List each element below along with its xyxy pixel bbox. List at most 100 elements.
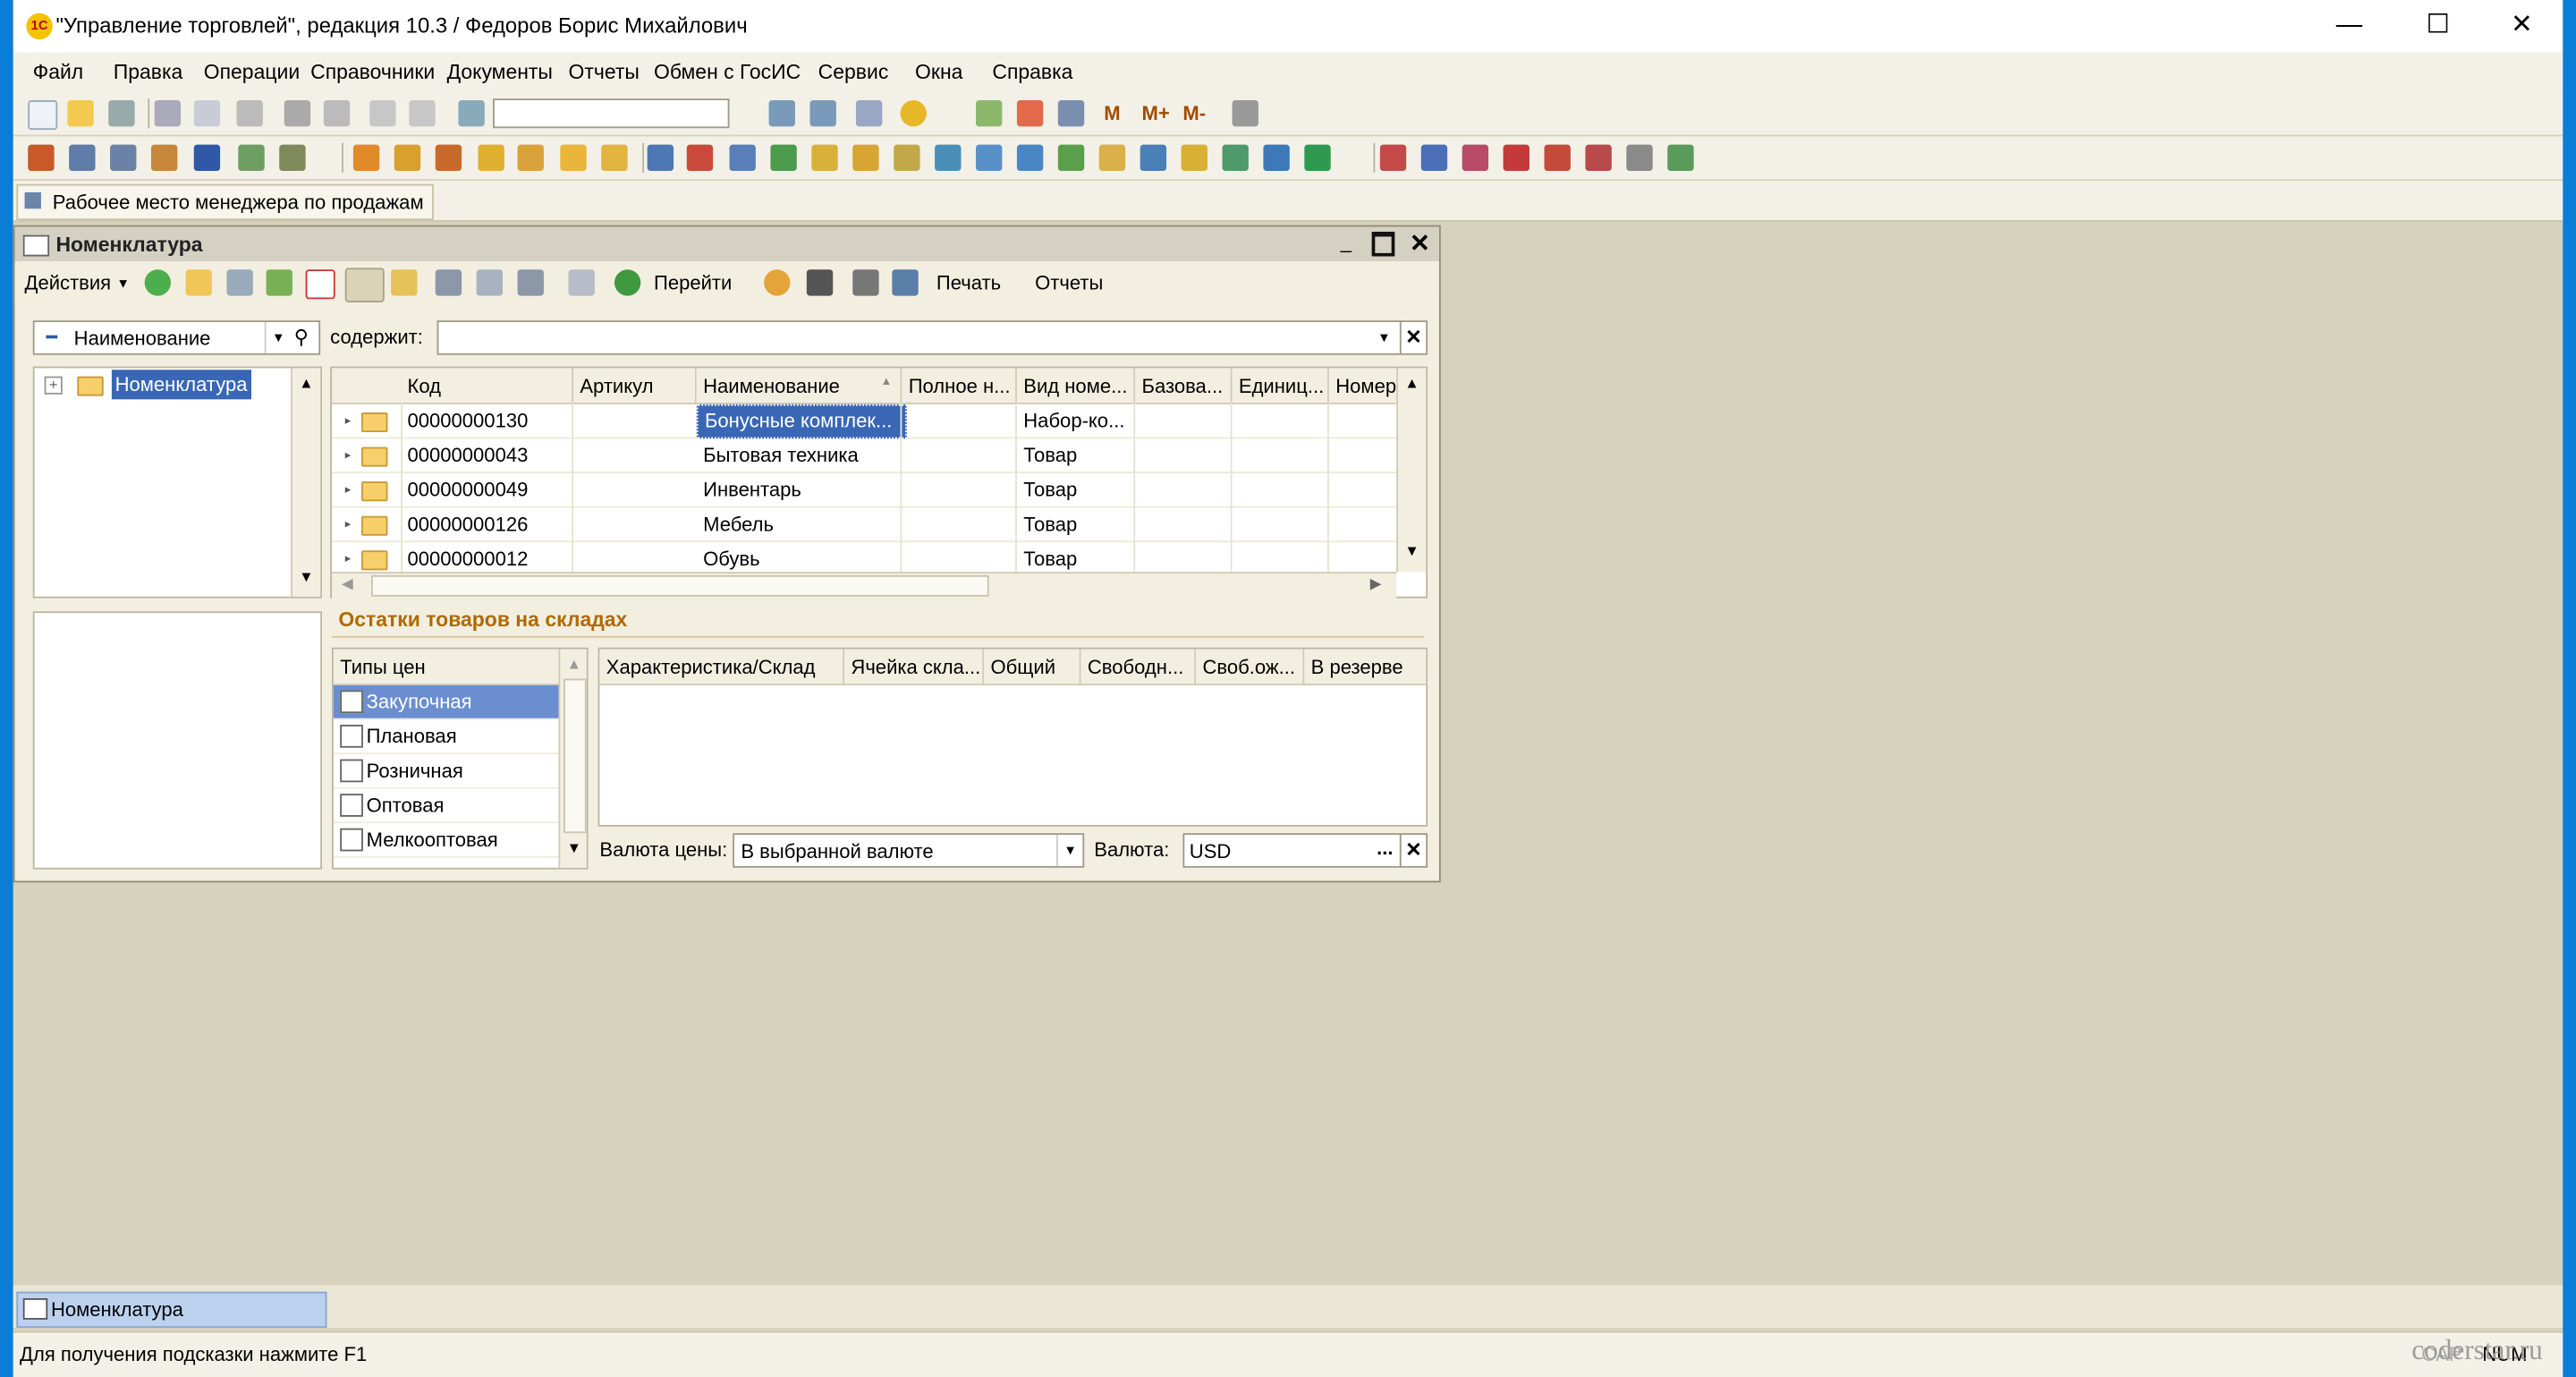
child-maximize-button[interactable] (1371, 231, 1395, 257)
print-preview-icon[interactable] (323, 100, 351, 127)
calendar-icon[interactable] (1016, 100, 1044, 127)
list-item[interactable]: Оптовая (333, 789, 559, 824)
checkbox[interactable] (340, 794, 363, 817)
sales-manager-workplace-button[interactable]: Рабочее место менеджера по продажам (16, 183, 434, 221)
calculator-icon[interactable] (975, 100, 1003, 127)
doc-icon-23[interactable] (1098, 144, 1126, 172)
menu-file[interactable]: Файл (33, 61, 83, 84)
help-icon[interactable] (764, 269, 791, 296)
chart-icon[interactable] (279, 144, 306, 172)
new-document-icon[interactable] (28, 100, 58, 131)
open-icon[interactable] (67, 100, 94, 127)
search-field-select[interactable]: Наименование ▼ ⚲ (32, 320, 321, 355)
expand-arrow-icon[interactable]: ▸ (345, 414, 351, 428)
price-currency-select[interactable]: В выбранной валюте ▼ (733, 833, 1085, 868)
find-next-icon[interactable] (768, 100, 795, 127)
copy-item-icon[interactable] (226, 269, 253, 296)
table-row[interactable]: ▸ 00000000043 Бытовая техника Товар (332, 438, 1397, 473)
doc-icon-16[interactable] (811, 144, 838, 172)
taskbar-item-nomenclature[interactable]: Номенклатура (16, 1291, 327, 1329)
goto-menu[interactable]: Перейти (654, 271, 732, 294)
copy-icon[interactable] (193, 100, 221, 127)
memory-mplus-button[interactable]: M+ (1142, 102, 1170, 125)
redo-icon[interactable] (409, 100, 436, 127)
doc-icon-22[interactable] (1057, 144, 1085, 172)
table-row[interactable]: ▸ 00000000012 Обувь Товар (332, 542, 1397, 574)
paste-icon[interactable] (236, 100, 263, 127)
column-header-free[interactable]: Свободн... (1080, 649, 1197, 685)
scroll-up-icon[interactable]: ▲ (299, 375, 313, 391)
doc-icon-28[interactable] (1304, 144, 1331, 172)
scroll-down-icon[interactable]: ▼ (567, 840, 581, 856)
tree-scrollbar[interactable]: ▲ ▼ (291, 368, 321, 597)
hierarchy-toggle-icon[interactable] (344, 268, 385, 302)
column-header-code[interactable]: Код (401, 368, 574, 404)
list-settings-icon[interactable] (852, 269, 879, 296)
chevron-down-icon[interactable]: ▼ (1055, 835, 1082, 866)
actions-menu[interactable]: Действия (25, 271, 112, 294)
doc-icon-14[interactable] (729, 144, 756, 172)
menu-windows[interactable]: Окна (915, 61, 962, 84)
contractors-icon[interactable] (193, 144, 221, 172)
checkbox[interactable] (340, 724, 363, 748)
doc-icon-18[interactable] (894, 144, 920, 172)
tools-icon[interactable] (1232, 100, 1258, 127)
table-horizontal-scrollbar[interactable]: ◀ ▶ (332, 572, 1397, 599)
doc-icon-34[interactable] (1585, 144, 1612, 172)
menu-operations[interactable]: Операции (204, 61, 300, 84)
column-header-article[interactable]: Артикул (573, 368, 697, 404)
column-header-name[interactable]: Наименование ▲ (696, 368, 902, 404)
horizontal-scroll-thumb[interactable] (371, 574, 989, 597)
column-header-unit[interactable]: Единиц... (1232, 368, 1329, 404)
column-header-cell[interactable]: Ячейка скла... (844, 649, 985, 685)
doc-icon-4[interactable] (150, 144, 178, 172)
child-minimize-button[interactable]: _ (1341, 230, 1352, 253)
maximize-button[interactable]: ☐ (2400, 0, 2475, 53)
undo-icon[interactable] (369, 100, 396, 127)
doc-icon-12[interactable] (647, 144, 674, 172)
scroll-left-icon[interactable]: ◀ (342, 575, 353, 593)
delete-icon[interactable] (305, 269, 335, 300)
vertical-scroll-thumb[interactable] (563, 678, 587, 834)
price-types-scrollbar[interactable]: ▲ ▼ (558, 649, 587, 868)
structure-icon[interactable] (892, 269, 919, 296)
clear-filter-icon[interactable] (568, 269, 595, 296)
memory-mminus-button[interactable]: M- (1182, 102, 1206, 125)
doc-icon-9[interactable] (517, 144, 544, 172)
filter-by-value-icon[interactable] (476, 269, 504, 296)
menu-reports[interactable]: Отчеты (568, 61, 639, 84)
scroll-right-icon[interactable]: ▶ (1370, 575, 1382, 593)
doc-icon-8[interactable] (478, 144, 504, 172)
column-header-number[interactable]: Номер (1328, 368, 1399, 404)
contains-input[interactable]: ▼ (436, 320, 1403, 355)
tree-root-item[interactable]: Номенклатура (111, 370, 251, 400)
menu-service[interactable]: Сервис (818, 61, 889, 84)
doc-icon-3[interactable] (110, 144, 137, 172)
doc-icon-17[interactable] (852, 144, 879, 172)
list-item[interactable]: Плановая (333, 719, 559, 755)
doc-icon-5[interactable] (352, 144, 380, 172)
currency-field[interactable]: USD ... (1182, 833, 1402, 868)
doc-icon-33[interactable] (1544, 144, 1571, 172)
minimize-button[interactable]: — (2311, 0, 2386, 53)
filter-history-icon[interactable] (517, 269, 544, 296)
clear-currency-icon[interactable]: ✕ (1399, 833, 1428, 868)
cell-name-selected[interactable]: Бонусные комплек... (696, 404, 907, 439)
clear-contains-icon[interactable]: ✕ (1399, 320, 1428, 355)
filter-icon[interactable] (435, 269, 462, 296)
doc-icon-1[interactable] (28, 144, 55, 172)
checkbox[interactable] (340, 690, 363, 714)
table-row[interactable]: ▸ 00000000130 Бонусные комплек... Набор-… (332, 404, 1397, 439)
barcode-icon[interactable] (806, 269, 834, 296)
doc-icon-15[interactable] (770, 144, 797, 172)
list-item[interactable]: Мелкооптовая (333, 823, 559, 858)
menu-documents[interactable]: Документы (447, 61, 553, 84)
find-icon[interactable] (458, 100, 485, 127)
scroll-down-icon[interactable]: ▼ (1404, 542, 1419, 558)
column-header-kind[interactable]: Вид номе... (1016, 368, 1136, 404)
search-icon[interactable]: ⚲ (294, 326, 309, 349)
doc-icon-20[interactable] (975, 144, 1003, 172)
doc-icon-21[interactable] (1016, 144, 1044, 172)
doc-icon-30[interactable] (1420, 144, 1448, 172)
doc-icon-6[interactable] (394, 144, 421, 172)
